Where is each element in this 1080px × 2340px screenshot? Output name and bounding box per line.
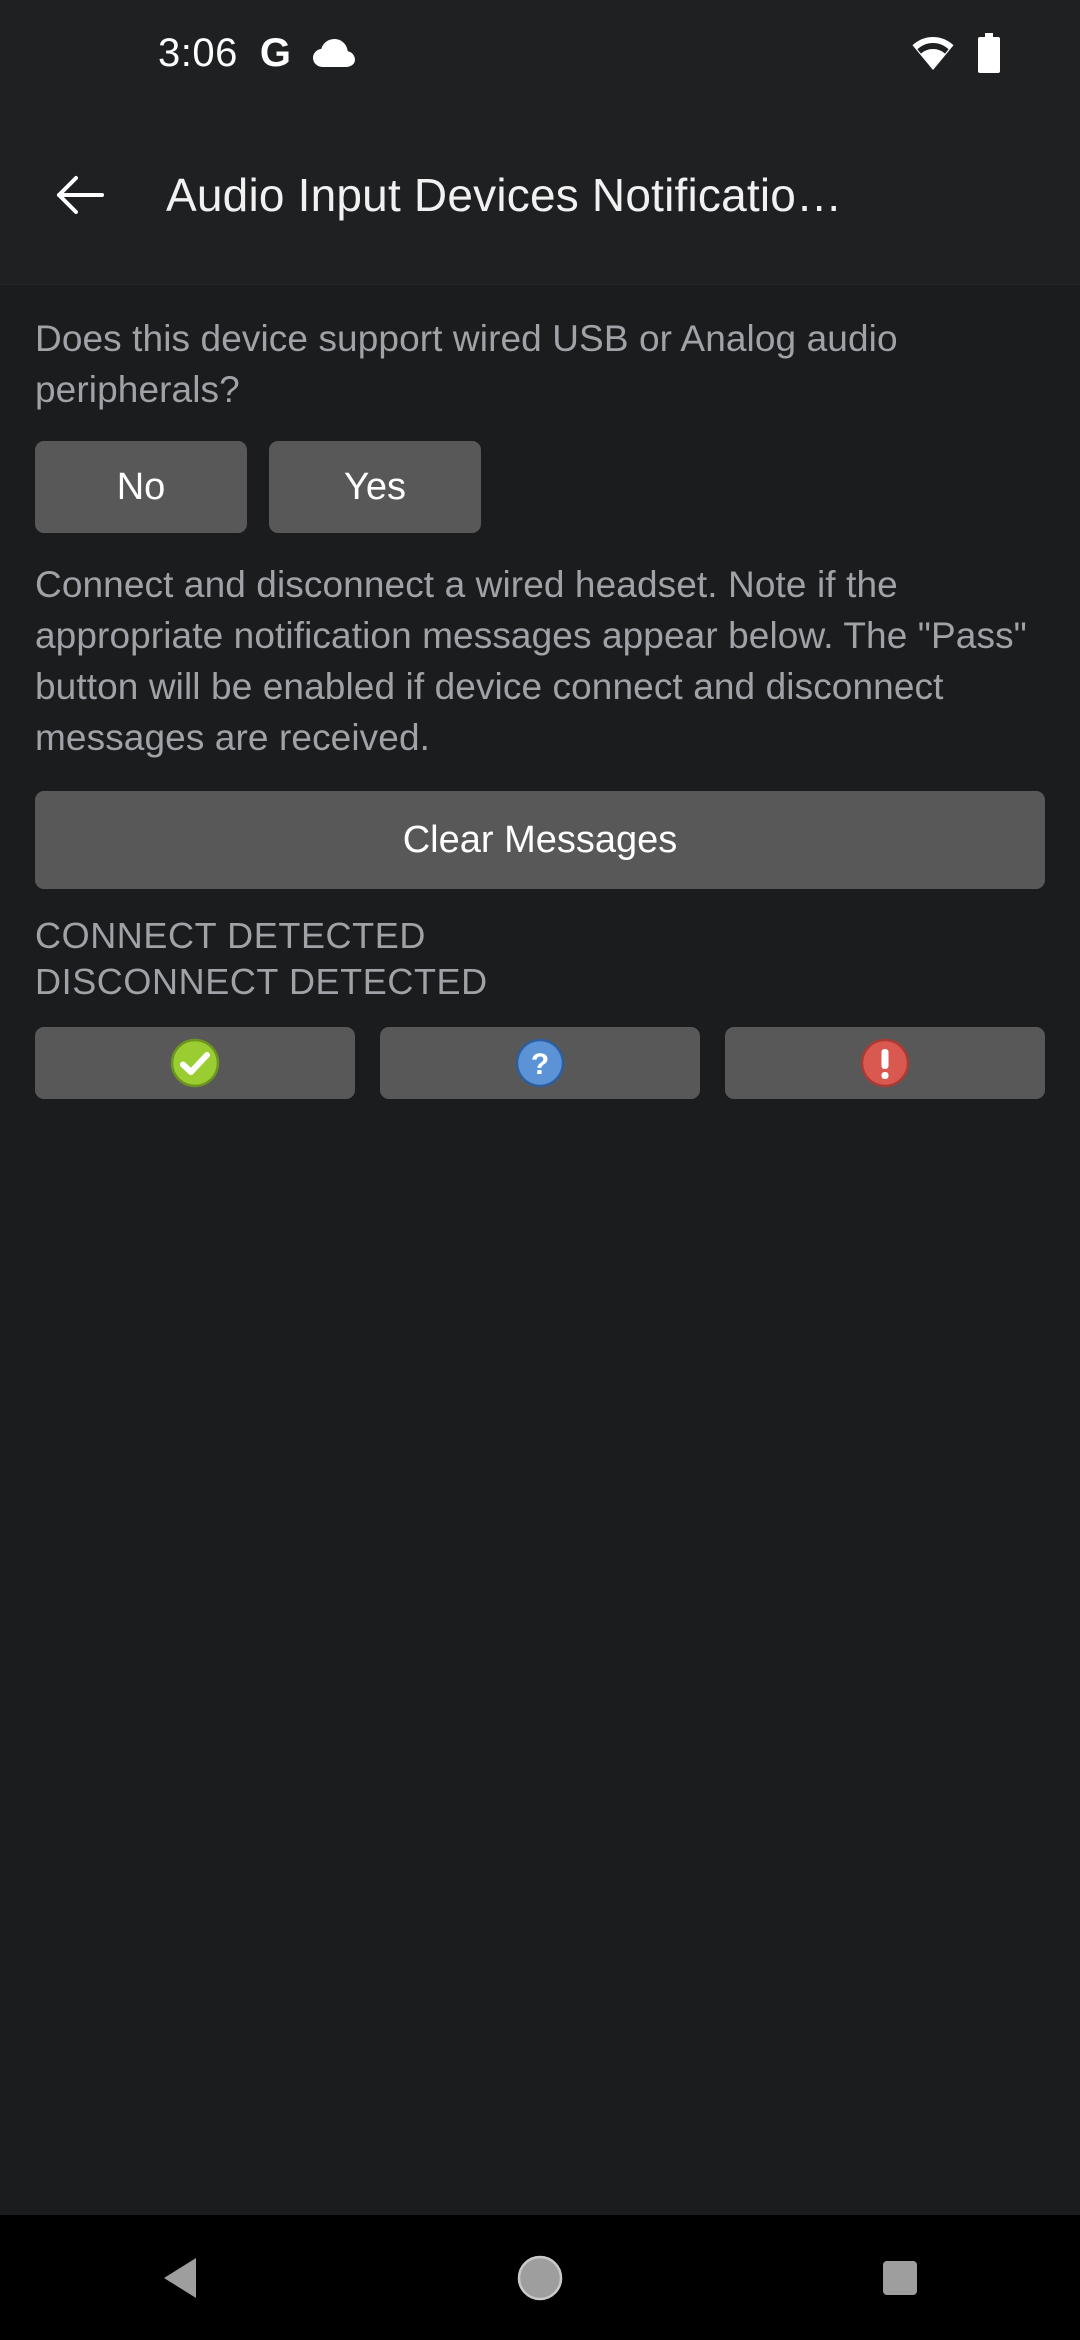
- back-button[interactable]: [36, 151, 124, 239]
- status-bar-right: [912, 32, 1044, 73]
- status-message-connect: CONNECT DETECTED: [35, 915, 426, 957]
- check-circle-icon: [170, 1039, 220, 1088]
- arrow-back-icon: [57, 175, 104, 214]
- nav-recents-icon: [883, 2260, 917, 2295]
- navigation-bar: [0, 2215, 1080, 2340]
- google-g-icon: G: [259, 30, 291, 75]
- status-bar: 3:06 G: [0, 0, 1080, 105]
- info-button[interactable]: ?: [380, 1027, 700, 1100]
- page-title: Audio Input Devices Notificatio…: [166, 168, 843, 221]
- status-message-disconnect: DISCONNECT DETECTED: [35, 961, 488, 1003]
- nav-recents-button[interactable]: [825, 2215, 975, 2340]
- question-text: Does this device support wired USB or An…: [35, 318, 898, 411]
- main-content: Does this device support wired USB or An…: [0, 285, 1080, 2215]
- yes-button[interactable]: Yes: [269, 441, 481, 534]
- status-clock: 3:06: [158, 30, 238, 75]
- pass-button[interactable]: [35, 1027, 355, 1100]
- svg-text:?: ?: [531, 1048, 549, 1081]
- clear-messages-button[interactable]: Clear Messages: [35, 791, 1045, 890]
- nav-home-icon: [517, 2255, 563, 2300]
- nav-back-button[interactable]: [105, 2215, 255, 2340]
- battery-icon: [976, 32, 1002, 73]
- nav-home-button[interactable]: [465, 2215, 615, 2340]
- verdict-button-row: ?: [35, 1027, 1045, 1100]
- app-bar: Audio Input Devices Notificatio…: [0, 105, 1080, 285]
- cloud-icon: [312, 38, 355, 68]
- wifi-icon: [912, 36, 954, 70]
- phone-screen: 3:06 G Audio Input Devices Notificatio… …: [0, 0, 1080, 2340]
- instructions-text: Connect and disconnect a wired headset. …: [35, 564, 1027, 759]
- status-message-list: CONNECT DETECTED DISCONNECT DETECTED: [35, 913, 1045, 1005]
- no-button[interactable]: No: [35, 441, 247, 534]
- fail-button[interactable]: [725, 1027, 1045, 1100]
- nav-back-icon: [164, 2257, 196, 2298]
- exclamation-circle-icon: [860, 1039, 910, 1088]
- answer-button-row: No Yes: [35, 441, 1045, 534]
- status-bar-left: 3:06 G: [36, 33, 355, 73]
- question-circle-icon: ?: [515, 1039, 565, 1088]
